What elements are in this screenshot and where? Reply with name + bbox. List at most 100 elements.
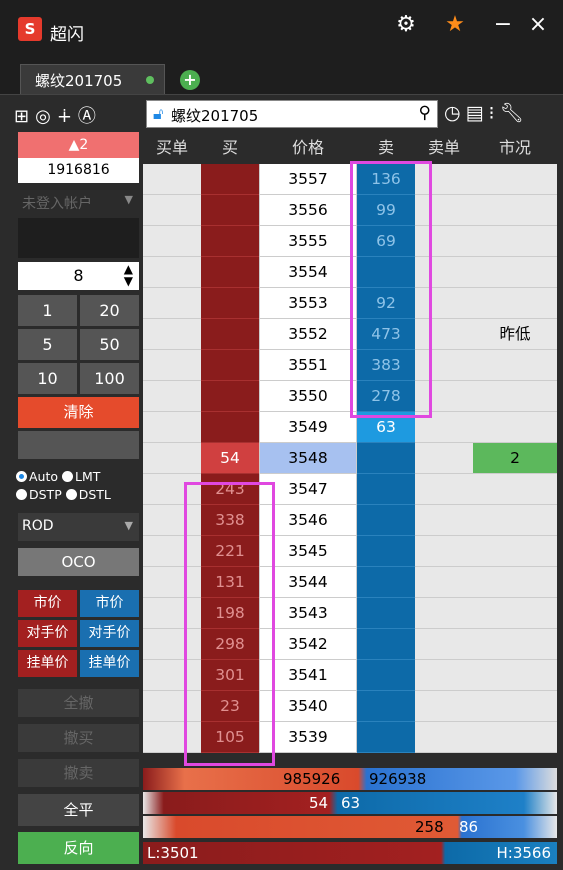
market-cell[interactable] <box>473 567 557 598</box>
cancel-buy-button[interactable]: 撤买 <box>18 724 139 752</box>
buy-queue-button[interactable]: 挂单价 <box>18 650 77 677</box>
qty-button-50[interactable]: 50 <box>80 329 139 360</box>
bid-cell[interactable] <box>201 226 259 257</box>
market-cell[interactable] <box>473 381 557 412</box>
cancel-sell-button[interactable]: 撤卖 <box>18 759 139 787</box>
search-icon[interactable]: ⚲ <box>419 103 431 123</box>
market-cell[interactable] <box>473 257 557 288</box>
market-cell[interactable] <box>473 505 557 536</box>
sell-order-cell[interactable] <box>415 722 473 753</box>
market-cell[interactable] <box>473 350 557 381</box>
buy-order-cell[interactable] <box>143 319 201 350</box>
ask-cell[interactable] <box>357 691 415 722</box>
bid-cell[interactable] <box>201 350 259 381</box>
radio-lmt[interactable]: LMT <box>62 469 100 484</box>
symbol-input[interactable]: 🔓︎ 螺纹201705 ⚲ <box>146 100 438 128</box>
add-tab-button[interactable]: + <box>180 70 200 90</box>
ask-cell[interactable] <box>357 505 415 536</box>
buy-order-cell[interactable] <box>143 443 201 474</box>
market-cell[interactable] <box>473 629 557 660</box>
buy-market-button[interactable]: 市价 <box>18 590 77 617</box>
price-cell[interactable]: 3550 <box>259 381 357 412</box>
market-cell[interactable] <box>473 660 557 691</box>
buy-order-cell[interactable] <box>143 195 201 226</box>
radio-auto[interactable]: Auto <box>16 469 58 484</box>
market-cell[interactable]: 2 <box>473 443 557 474</box>
market-cell[interactable] <box>473 691 557 722</box>
tab-symbol[interactable]: 螺纹201705 <box>20 64 165 94</box>
sell-order-cell[interactable] <box>415 505 473 536</box>
buy-order-cell[interactable] <box>143 288 201 319</box>
quantity-stepper[interactable]: 8 ▲ ▼ <box>18 262 139 290</box>
ask-cell[interactable] <box>357 443 415 474</box>
cancel-all-button[interactable]: 全撤 <box>18 689 139 717</box>
market-cell[interactable] <box>473 722 557 753</box>
tif-select[interactable]: ROD ▼ <box>18 513 139 541</box>
auto-icon[interactable]: Ⓐ <box>78 106 102 127</box>
price-cell[interactable]: 3553 <box>259 288 357 319</box>
bid-cell[interactable] <box>201 288 259 319</box>
star-icon[interactable]: ★ <box>440 10 470 40</box>
split-icon[interactable]: ∔ <box>57 106 78 127</box>
sell-order-cell[interactable] <box>415 691 473 722</box>
price-cell[interactable]: 3557 <box>259 164 357 195</box>
ask-cell[interactable] <box>357 660 415 691</box>
buy-order-cell[interactable] <box>143 226 201 257</box>
price-cell[interactable]: 3554 <box>259 257 357 288</box>
market-cell[interactable] <box>473 598 557 629</box>
buy-order-cell[interactable] <box>143 412 201 443</box>
grid-icon[interactable]: ⊞ <box>14 106 35 127</box>
unlock-icon[interactable]: 🔓︎ <box>153 104 163 124</box>
market-cell[interactable] <box>473 412 557 443</box>
qty-button-100[interactable]: 100 <box>80 363 139 394</box>
oco-button[interactable]: OCO <box>18 548 139 576</box>
qty-button-1[interactable]: 1 <box>18 295 77 326</box>
market-cell[interactable] <box>473 226 557 257</box>
price-cell[interactable]: 3555 <box>259 226 357 257</box>
sell-order-cell[interactable] <box>415 474 473 505</box>
bid-cell[interactable] <box>201 412 259 443</box>
account-select[interactable]: 未登入帐户 ▼ <box>18 188 139 216</box>
market-cell[interactable]: 昨低 <box>473 319 557 350</box>
sell-queue-button[interactable]: 挂单价 <box>80 650 139 677</box>
bid-cell[interactable] <box>201 164 259 195</box>
market-cell[interactable] <box>473 474 557 505</box>
buy-order-cell[interactable] <box>143 257 201 288</box>
target-icon[interactable]: ◎ <box>35 106 57 127</box>
price-cell[interactable]: 3556 <box>259 195 357 226</box>
ask-cell[interactable] <box>357 722 415 753</box>
gear-icon[interactable]: ⚙ <box>391 10 421 40</box>
market-cell[interactable] <box>473 536 557 567</box>
ask-cell[interactable] <box>357 567 415 598</box>
bid-cell[interactable] <box>201 195 259 226</box>
radio-dstp[interactable]: DSTP <box>16 487 62 502</box>
ask-cell[interactable] <box>357 474 415 505</box>
ask-cell[interactable] <box>357 598 415 629</box>
qty-button-5[interactable]: 5 <box>18 329 77 360</box>
sell-order-cell[interactable] <box>415 536 473 567</box>
sell-order-cell[interactable] <box>415 567 473 598</box>
buy-order-cell[interactable] <box>143 381 201 412</box>
bid-cell[interactable]: 54 <box>201 443 259 474</box>
sell-market-button[interactable]: 市价 <box>80 590 139 617</box>
sell-order-cell[interactable] <box>415 660 473 691</box>
radio-dstl[interactable]: DSTL <box>65 487 111 502</box>
bid-cell[interactable] <box>201 257 259 288</box>
market-cell[interactable] <box>473 195 557 226</box>
bid-cell[interactable] <box>201 319 259 350</box>
close-button[interactable]: × <box>523 10 553 40</box>
blank-button[interactable] <box>18 431 139 459</box>
bid-cell[interactable] <box>201 381 259 412</box>
market-cell[interactable] <box>473 164 557 195</box>
minimize-button[interactable]: − <box>488 10 518 40</box>
sell-counter-button[interactable]: 对手价 <box>80 620 139 647</box>
market-cell[interactable] <box>473 288 557 319</box>
sell-order-cell[interactable] <box>415 598 473 629</box>
wrench-icon[interactable]: 🔧︎ <box>500 102 529 124</box>
price-cell[interactable]: 3549 <box>259 412 357 443</box>
clock-icon[interactable]: ◷ <box>444 102 466 124</box>
grid-dots-icon[interactable]: ⁝ <box>489 102 500 124</box>
buy-order-cell[interactable] <box>143 350 201 381</box>
buy-order-cell[interactable] <box>143 164 201 195</box>
document-icon[interactable]: ▤ <box>466 102 489 124</box>
